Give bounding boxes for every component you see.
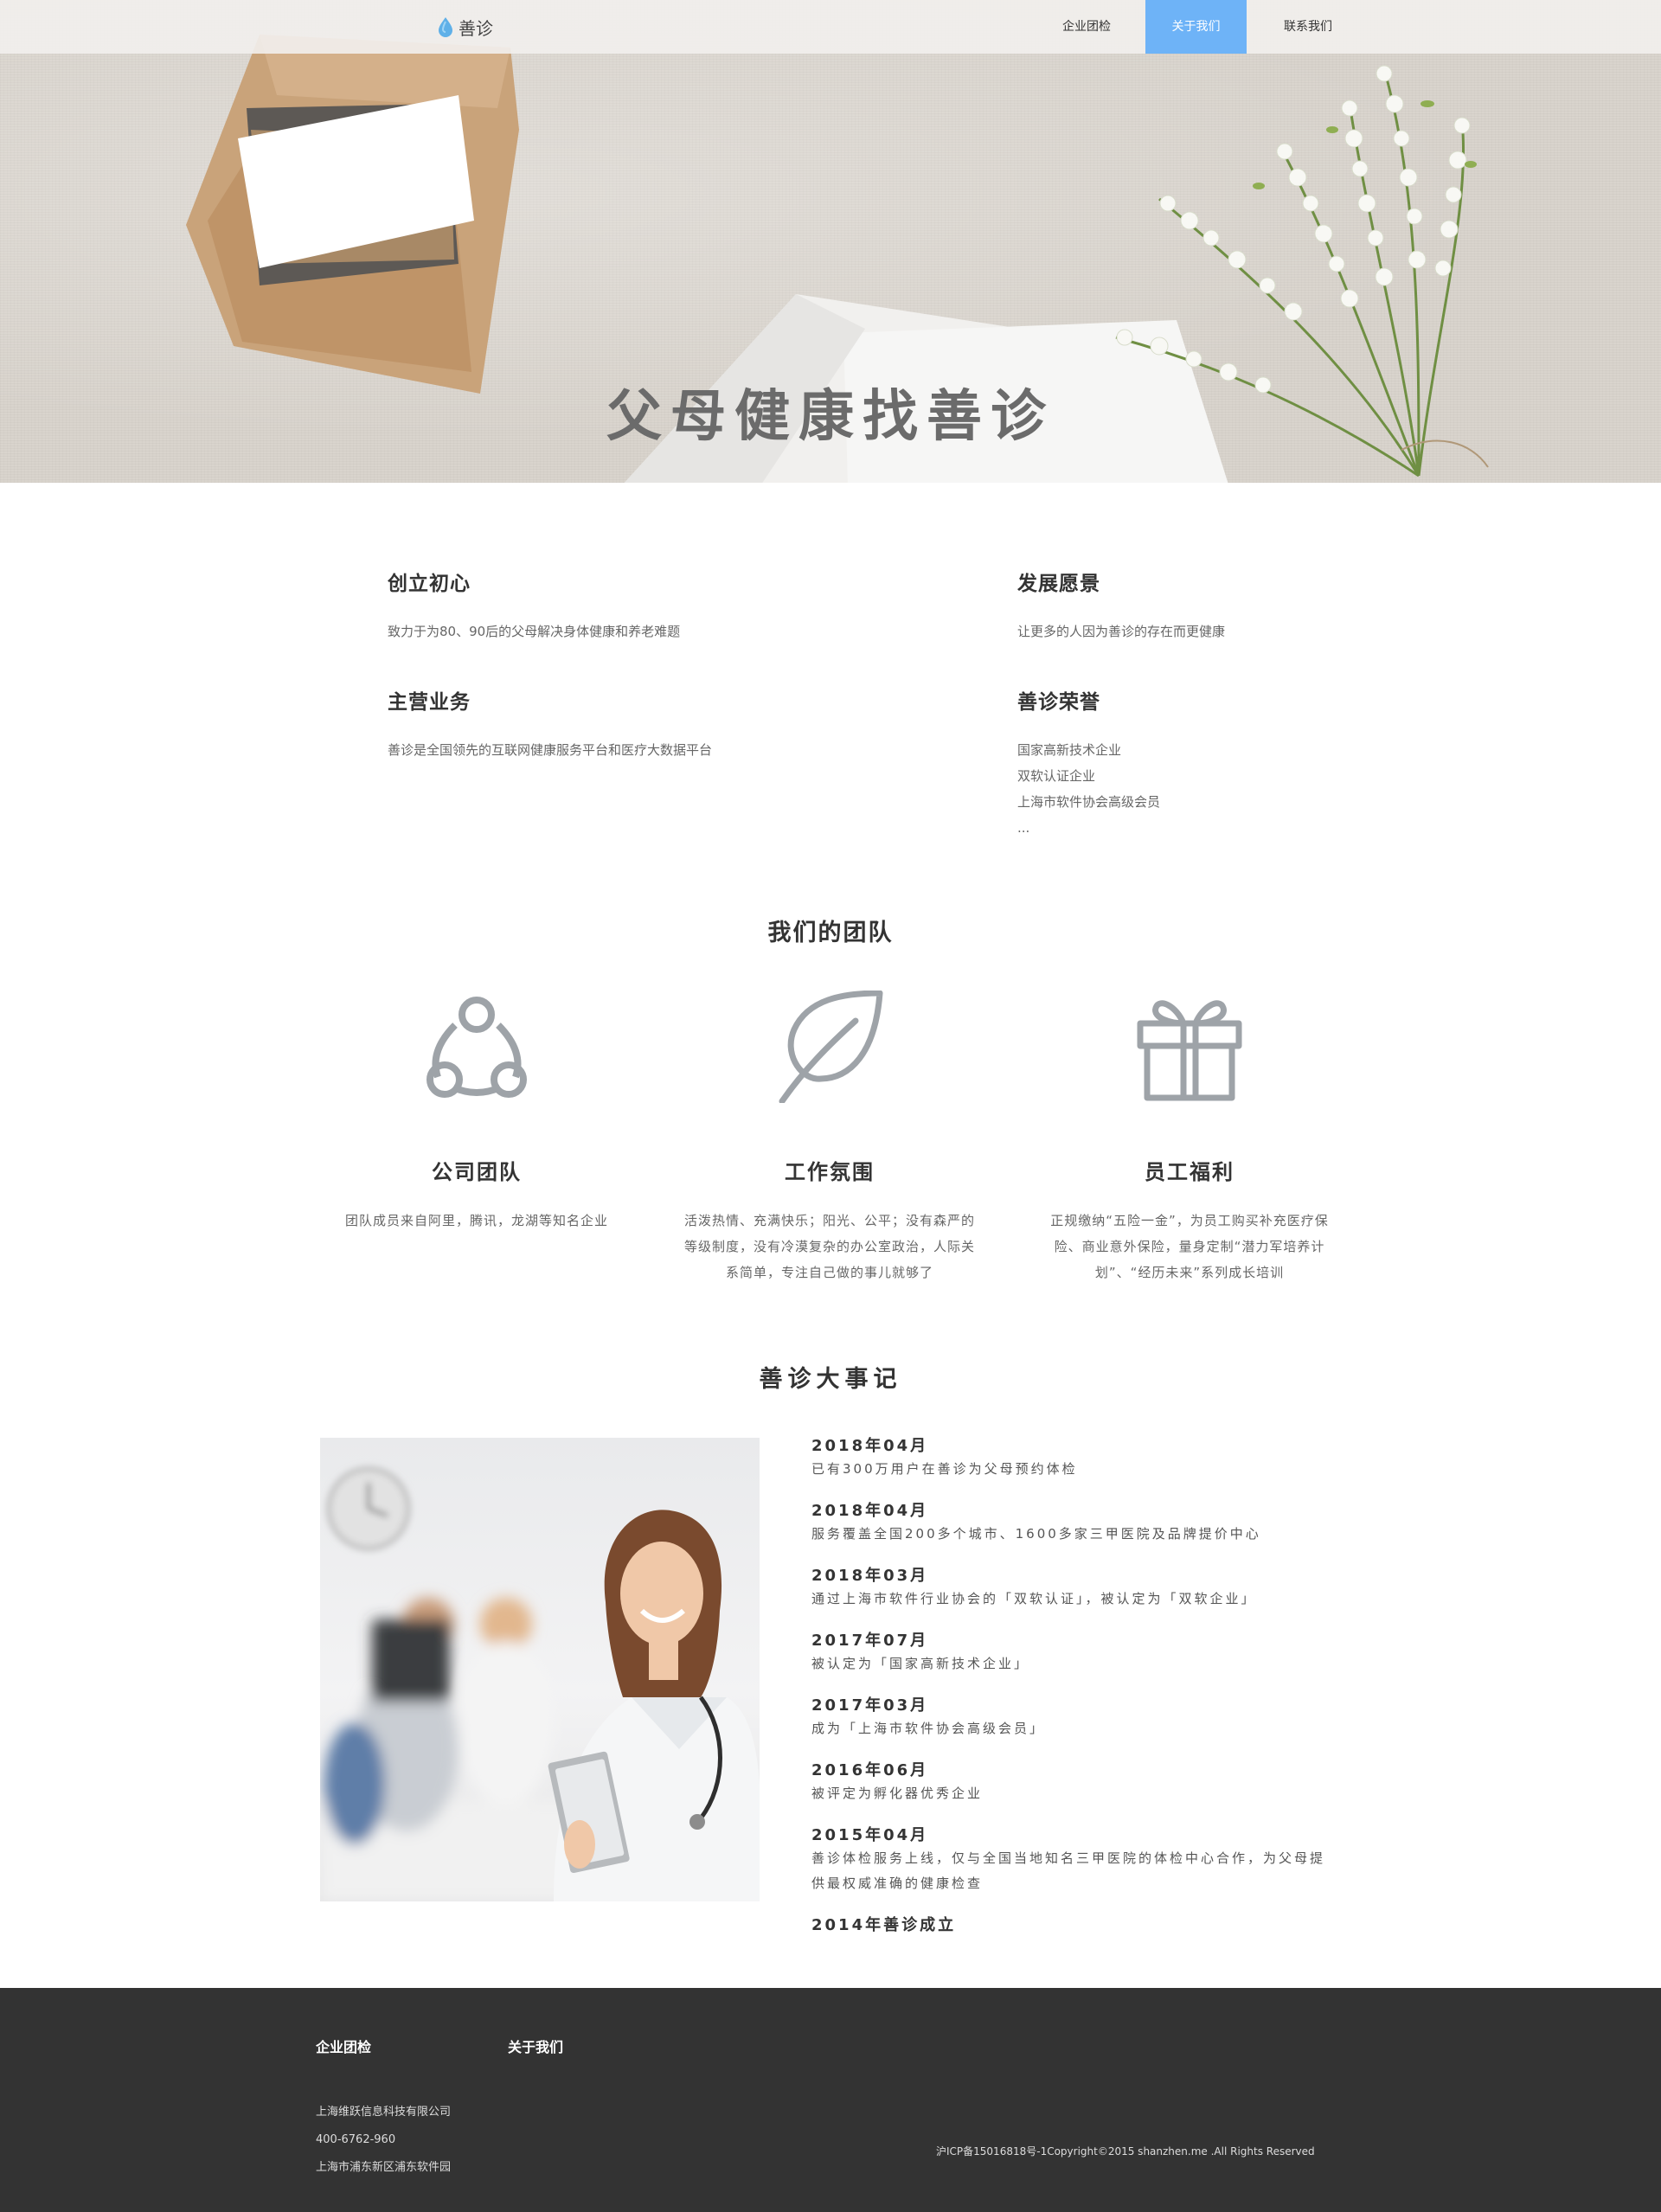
timeline-item: 2017年07月 被认定为「国家高新技术企业」 bbox=[811, 1631, 1331, 1677]
footer-link-about-us[interactable]: 关于我们 bbox=[508, 2036, 563, 2056]
timeline-desc: 已有300万用户在善诊为父母预约体检 bbox=[811, 1461, 1078, 1477]
team-item-company: 公司团队 团队成员来自阿里，腾讯，龙湖等知名企业 bbox=[330, 991, 624, 1234]
info-title: 发展愿景 bbox=[1017, 573, 1100, 595]
timeline-desc: 善诊体检服务上线，仅与全国当地知名三甲医院的体检中心合作，为父母提供最权威准确的… bbox=[811, 1850, 1326, 1891]
site-footer: 企业团检 关于我们 上海维跃信息科技有限公司 400-6762-960 上海市浦… bbox=[0, 1988, 1661, 2212]
footer-company-info: 上海维跃信息科技有限公司 400-6762-960 上海市浦东新区浦东软件园 bbox=[316, 2099, 451, 2182]
logo-drop-icon bbox=[439, 17, 452, 37]
team-section-title: 我们的团队 bbox=[767, 920, 894, 946]
timeline-item: 2014年善诊成立 bbox=[811, 1915, 1331, 1936]
timeline-desc: 成为「上海市软件协会高级会员」 bbox=[811, 1721, 1046, 1736]
events-section-title: 善诊大事记 bbox=[759, 1366, 902, 1393]
info-block-founding: 创立初心 致力于为80、90后的父母解决身体健康和养老难题 bbox=[388, 567, 907, 644]
info-text: 上海市软件协会高级会员 bbox=[1017, 794, 1161, 810]
info-text: 让更多的人因为善诊的存在而更健康 bbox=[1017, 624, 1226, 639]
info-block-vision: 发展愿景 让更多的人因为善诊的存在而更健康 bbox=[1017, 567, 1450, 644]
timeline-date: 2016年06月 bbox=[811, 1761, 929, 1779]
nav-item-about-us[interactable]: 关于我们 bbox=[1145, 0, 1247, 54]
timeline-desc: 被认定为「国家高新技术企业」 bbox=[811, 1656, 1030, 1671]
network-icon bbox=[426, 997, 527, 1098]
timeline-desc: 服务覆盖全国200多个城市、1600多家三甲医院及品牌提价中心 bbox=[811, 1526, 1261, 1542]
hero-banner: 父母健康找善诊 bbox=[0, 0, 1661, 483]
info-block-business: 主营业务 善诊是全国领先的互联网健康服务平台和医疗大数据平台 bbox=[388, 685, 907, 763]
timeline-item: 2018年03月 通过上海市软件行业协会的「双软认证」，被认定为「双软企业」 bbox=[811, 1566, 1331, 1612]
timeline-item: 2015年04月 善诊体检服务上线，仅与全国当地知名三甲医院的体检中心合作，为父… bbox=[811, 1825, 1331, 1896]
events-timeline: 2018年04月 已有300万用户在善诊为父母预约体检 2018年04月 服务覆… bbox=[811, 1436, 1331, 1955]
footer-phone: 400-6762-960 bbox=[316, 2133, 396, 2146]
timeline-date: 2018年04月 bbox=[811, 1502, 929, 1520]
team-item-benefits: 员工福利 正规缴纳“五险一金”，为员工购买补充医疗保险、商业意外保险，量身定制“… bbox=[1042, 991, 1337, 1286]
nav-item-contact-us[interactable]: 联系我们 bbox=[1263, 0, 1353, 54]
leaf-icon bbox=[779, 991, 883, 1103]
logo-text: 善诊 bbox=[459, 17, 493, 39]
timeline-item: 2018年04月 服务覆盖全国200多个城市、1600多家三甲医院及品牌提价中心 bbox=[811, 1501, 1331, 1547]
timeline-desc: 通过上海市软件行业协会的「双软认证」，被认定为「双软企业」 bbox=[811, 1591, 1257, 1606]
team-item-desc: 团队成员来自阿里，腾讯，龙湖等知名企业 bbox=[344, 1213, 608, 1228]
info-title: 创立初心 bbox=[388, 573, 471, 595]
info-block-honors: 善诊荣誉 国家高新技术企业 双软认证企业 上海市软件协会高级会员 ... bbox=[1017, 685, 1450, 841]
info-text: 善诊是全国领先的互联网健康服务平台和医疗大数据平台 bbox=[388, 742, 713, 758]
timeline-date: 2017年03月 bbox=[811, 1696, 929, 1715]
nav-item-group-checkup[interactable]: 企业团检 bbox=[1042, 0, 1132, 54]
timeline-item: 2017年03月 成为「上海市软件协会高级会员」 bbox=[811, 1696, 1331, 1741]
info-title: 善诊荣誉 bbox=[1017, 691, 1100, 714]
team-item-desc: 正规缴纳“五险一金”，为员工购买补充医疗保险、商业意外保险，量身定制“潜力军培养… bbox=[1050, 1213, 1329, 1280]
top-navbar: 善诊 企业团检 关于我们 联系我们 bbox=[0, 0, 1661, 54]
footer-address: 上海市浦东新区浦东软件园 bbox=[316, 2161, 452, 2174]
info-text: 双软认证企业 bbox=[1017, 768, 1096, 784]
timeline-date: 2017年07月 bbox=[811, 1632, 929, 1650]
team-item-name: 员工福利 bbox=[1145, 1160, 1235, 1184]
team-item-name: 公司团队 bbox=[432, 1160, 522, 1184]
timeline-date: 2015年04月 bbox=[811, 1826, 929, 1844]
timeline-date: 2018年03月 bbox=[811, 1567, 929, 1585]
team-item-desc: 活泼热情、充满快乐；阳光、公平；没有森严的等级制度，没有冷漠复杂的办公室政治，人… bbox=[683, 1213, 975, 1280]
footer-link-group-checkup[interactable]: 企业团检 bbox=[316, 2036, 371, 2056]
footer-company-name: 上海维跃信息科技有限公司 bbox=[316, 2106, 452, 2119]
logo[interactable]: 善诊 bbox=[436, 12, 493, 42]
team-item-name: 工作氛围 bbox=[785, 1160, 875, 1184]
info-text: 国家高新技术企业 bbox=[1017, 742, 1122, 758]
info-text: 致力于为80、90后的父母解决身体健康和养老难题 bbox=[388, 624, 681, 639]
timeline-date: 2018年04月 bbox=[811, 1437, 929, 1455]
hero-title: 父母健康找善诊 bbox=[606, 385, 1055, 449]
timeline-item: 2016年06月 被评定为孵化器优秀企业 bbox=[811, 1760, 1331, 1806]
timeline-item: 2018年04月 已有300万用户在善诊为父母预约体检 bbox=[811, 1436, 1331, 1482]
info-title: 主营业务 bbox=[388, 691, 471, 714]
doctor-photo bbox=[320, 1438, 760, 1901]
team-item-atmosphere: 工作氛围 活泼热情、充满快乐；阳光、公平；没有森严的等级制度，没有冷漠复杂的办公… bbox=[683, 991, 977, 1286]
info-text: ... bbox=[1017, 820, 1030, 836]
gift-icon bbox=[1137, 1000, 1242, 1101]
timeline-desc: 被评定为孵化器优秀企业 bbox=[811, 1786, 984, 1801]
timeline-date: 2014年善诊成立 bbox=[811, 1916, 957, 1934]
footer-copyright: 沪ICP备15016818号-1Copyright©2015 shanzhen.… bbox=[936, 2145, 1315, 2158]
